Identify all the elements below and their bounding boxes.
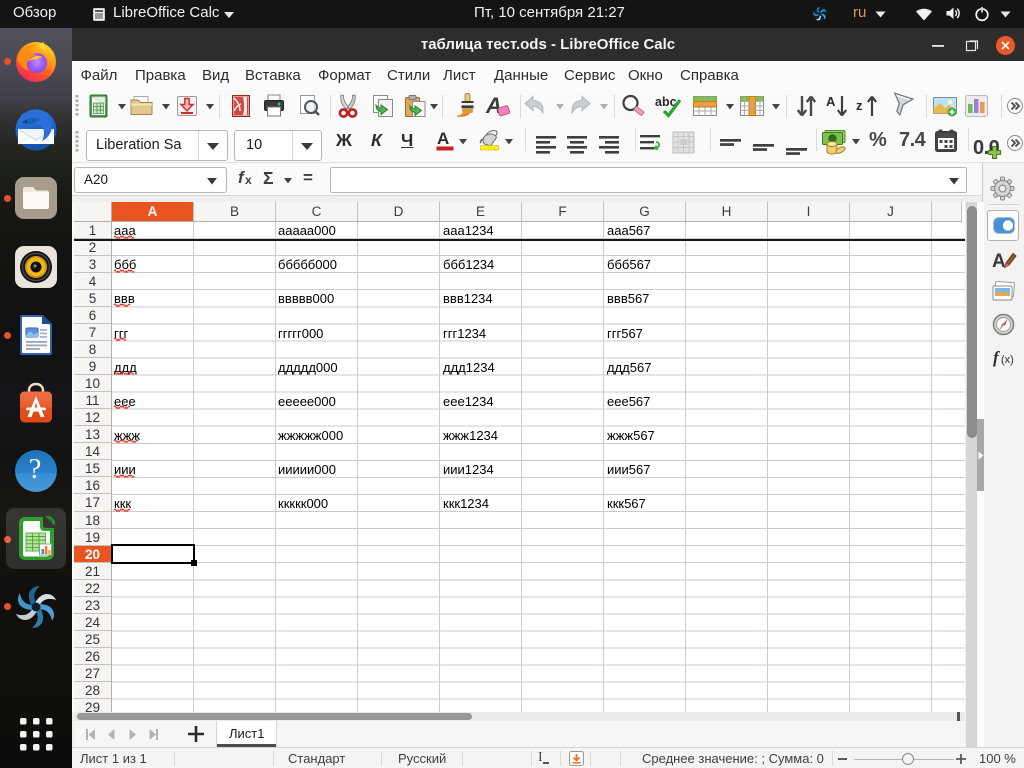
- svg-text:z: z: [856, 98, 863, 113]
- svg-text:A: A: [437, 129, 449, 148]
- svg-text:A: A: [826, 94, 836, 109]
- svg-text:?: ?: [29, 453, 42, 485]
- svg-text:A: A: [992, 251, 1006, 272]
